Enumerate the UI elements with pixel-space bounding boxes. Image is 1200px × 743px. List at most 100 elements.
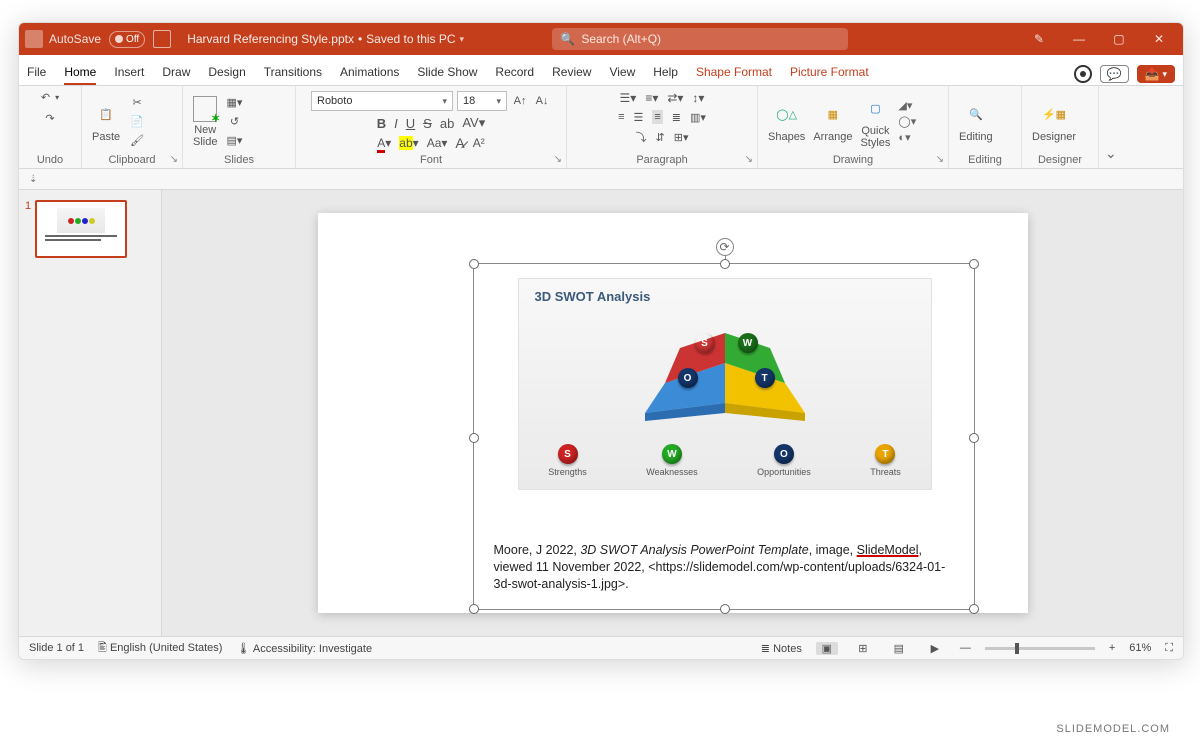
maximize-button[interactable]: ▢ <box>1105 32 1133 46</box>
menu-shape-format[interactable]: Shape Format <box>696 65 772 85</box>
menu-home[interactable]: Home <box>64 65 96 85</box>
menu-transitions[interactable]: Transitions <box>264 65 322 85</box>
menu-slideshow[interactable]: Slide Show <box>417 65 477 85</box>
designer-button[interactable]: ⚡▦Designer <box>1032 101 1076 143</box>
language-button[interactable]: 🖺 English (United States) <box>98 639 222 658</box>
list-level-button[interactable]: ⇄▾ <box>667 91 683 105</box>
collapse-ribbon-button[interactable]: ⌄ <box>1099 86 1127 168</box>
zoom-level[interactable]: 61% <box>1129 642 1151 654</box>
selection-frame[interactable]: ⟳ 3D SWOT Analysis <box>473 263 975 610</box>
font-name-select[interactable]: Roboto▾ <box>311 91 453 111</box>
reset-button[interactable]: ↺ <box>225 114 243 130</box>
underline-button[interactable]: U <box>406 116 415 131</box>
justify-button[interactable]: ≣ <box>672 111 681 124</box>
rotate-handle[interactable]: ⟳ <box>716 238 734 256</box>
align-center-button[interactable]: ☰ <box>633 111 643 124</box>
fit-to-window-button[interactable]: ⛶ <box>1165 642 1173 655</box>
slideshow-view-button[interactable]: ▶ <box>924 642 946 655</box>
menu-design[interactable]: Design <box>208 65 245 85</box>
accessibility-button[interactable]: 🌡 Accessibility: Investigate <box>236 642 372 655</box>
ribbon-overflow[interactable]: ⇣ <box>19 169 1183 190</box>
bullets-button[interactable]: ☰▾ <box>620 91 637 105</box>
increase-font-button[interactable]: A↑ <box>511 93 529 109</box>
resize-handle-se[interactable] <box>969 604 979 614</box>
menu-file[interactable]: File <box>27 65 46 85</box>
decrease-font-button[interactable]: A↓ <box>533 93 551 109</box>
redo-button[interactable]: ↷ <box>45 112 54 125</box>
cut-button[interactable]: ✂ <box>128 95 146 111</box>
resize-handle-w[interactable] <box>469 433 479 443</box>
undo-button[interactable]: ↶ <box>41 91 50 104</box>
paragraph-launcher[interactable]: ↘ <box>745 154 753 165</box>
strike-button[interactable]: S <box>423 116 432 131</box>
menu-animations[interactable]: Animations <box>340 65 399 85</box>
arrange-button[interactable]: ▦Arrange <box>813 101 852 143</box>
layout-button[interactable]: ▦▾ <box>225 95 243 111</box>
zoom-slider[interactable] <box>985 647 1095 650</box>
align-right-button[interactable]: ≡ <box>652 110 662 124</box>
clear-format-button[interactable]: A̷ <box>455 135 464 151</box>
bold-button[interactable]: B <box>377 116 386 131</box>
notes-button[interactable]: ≣ Notes <box>761 642 802 655</box>
char-spacing-button[interactable]: AV▾ <box>462 115 485 131</box>
drawing-launcher[interactable]: ↘ <box>936 154 944 165</box>
highlight-button[interactable]: ab▾ <box>399 136 418 150</box>
resize-handle-e[interactable] <box>969 433 979 443</box>
zoom-out-button[interactable]: — <box>960 642 971 654</box>
shape-outline-button[interactable]: ◯▾ <box>898 115 916 128</box>
resize-handle-nw[interactable] <box>469 259 479 269</box>
align-left-button[interactable]: ≡ <box>618 111 624 123</box>
quick-styles-button[interactable]: ▢Quick Styles <box>860 95 890 149</box>
reading-view-button[interactable]: ▤ <box>888 642 910 655</box>
menu-picture-format[interactable]: Picture Format <box>790 65 869 85</box>
minimize-button[interactable]: — <box>1065 32 1093 46</box>
menu-help[interactable]: Help <box>653 65 678 85</box>
shape-effects-button[interactable]: ◐▾ <box>898 131 916 144</box>
comments-button[interactable]: 💬 <box>1100 65 1129 83</box>
search-input[interactable]: 🔍 Search (Alt+Q) <box>552 28 848 50</box>
menu-view[interactable]: View <box>609 65 635 85</box>
zoom-in-button[interactable]: + <box>1109 642 1115 654</box>
resize-handle-n[interactable] <box>720 259 730 269</box>
resize-handle-s[interactable] <box>720 604 730 614</box>
close-button[interactable]: ✕ <box>1145 32 1173 46</box>
numbering-button[interactable]: ≡▾ <box>645 91 658 105</box>
resize-handle-sw[interactable] <box>469 604 479 614</box>
format-painter-button[interactable]: 🖌 <box>128 133 146 149</box>
resize-handle-ne[interactable] <box>969 259 979 269</box>
columns-button[interactable]: ▥▾ <box>690 111 706 124</box>
inserted-image[interactable]: 3D SWOT Analysis S <box>518 278 932 490</box>
text-direction-button[interactable]: ⤵ <box>636 129 647 145</box>
menu-record[interactable]: Record <box>495 65 534 85</box>
menu-draw[interactable]: Draw <box>162 65 190 85</box>
citation-text[interactable]: Moore, J 2022, 3D SWOT Analysis PowerPoi… <box>494 542 954 593</box>
menu-review[interactable]: Review <box>552 65 591 85</box>
shapes-button[interactable]: ◯△Shapes <box>768 101 805 143</box>
clipboard-launcher[interactable]: ↘ <box>170 154 178 165</box>
convert-smartart-button[interactable]: ⊞▾ <box>674 131 689 144</box>
sup-sub-button[interactable]: A² <box>473 136 485 150</box>
shadow-button[interactable]: ab <box>440 116 454 131</box>
font-launcher[interactable]: ↘ <box>554 154 562 165</box>
sorter-view-button[interactable]: ⊞ <box>852 642 874 655</box>
copy-button[interactable]: 📄 <box>128 114 146 130</box>
share-button[interactable]: 📤▾ <box>1137 65 1175 83</box>
normal-view-button[interactable]: ▣ <box>816 642 838 655</box>
slide-canvas[interactable]: ⟳ 3D SWOT Analysis <box>162 190 1183 636</box>
new-slide-button[interactable]: ✶ New Slide <box>193 96 217 148</box>
shape-fill-button[interactable]: ◢▾ <box>898 99 916 112</box>
slide-thumbnail-1[interactable] <box>35 200 127 258</box>
change-case-button[interactable]: Aa▾ <box>427 136 448 150</box>
document-title[interactable]: Harvard Referencing Style.pptx • Saved t… <box>187 32 464 46</box>
paste-button[interactable]: 📋 Paste <box>92 101 120 143</box>
font-color-button[interactable]: A▾ <box>377 136 391 150</box>
section-button[interactable]: ▤▾ <box>225 133 243 149</box>
menu-insert[interactable]: Insert <box>114 65 144 85</box>
editing-button[interactable]: 🔍Editing <box>959 101 993 143</box>
font-size-select[interactable]: 18▾ <box>457 91 507 111</box>
align-text-button[interactable]: ⇵ <box>656 131 665 144</box>
italic-button[interactable]: I <box>394 116 398 131</box>
camera-record-icon[interactable] <box>1074 65 1092 83</box>
line-spacing-button[interactable]: ↕▾ <box>692 91 704 105</box>
save-icon[interactable] <box>153 30 171 48</box>
